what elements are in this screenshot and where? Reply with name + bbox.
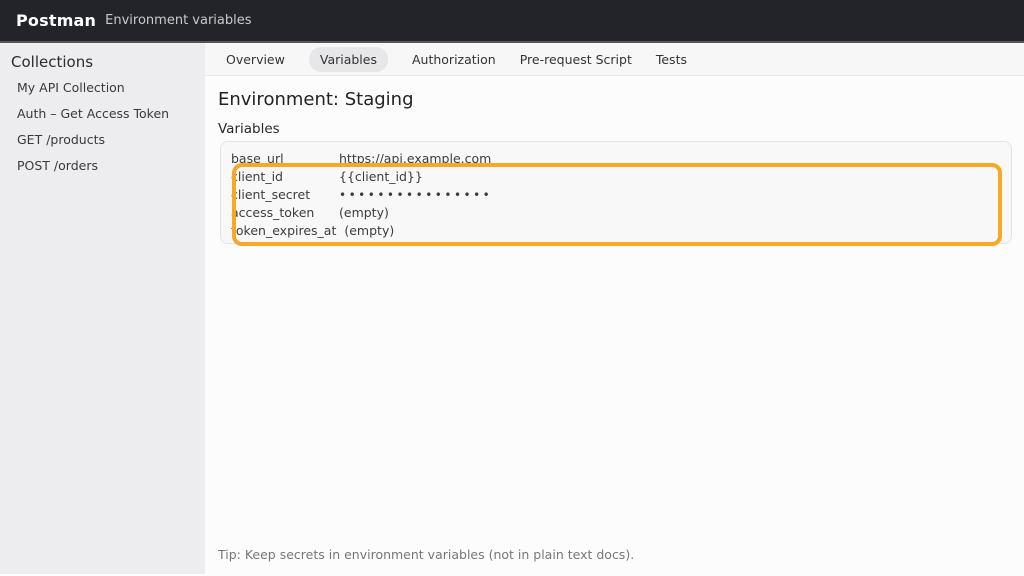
main-panel: Overview Variables Authorization Pre-req…	[205, 43, 1024, 574]
sidebar-item-auth-get-access-token[interactable]: Auth – Get Access Token	[0, 101, 205, 127]
variable-row-access-token[interactable]: access_token (empty)	[231, 204, 1001, 222]
variable-name: client_id	[231, 168, 331, 186]
sidebar-item-my-api-collection[interactable]: My API Collection	[0, 75, 205, 101]
tab-variables[interactable]: Variables	[309, 47, 388, 72]
tab-authorization[interactable]: Authorization	[412, 47, 496, 72]
variable-value-masked: ••••••••••••••••	[339, 186, 492, 204]
sidebar-item-post-orders[interactable]: POST /orders	[0, 153, 205, 179]
variable-row-client-secret[interactable]: client_secret ••••••••••••••••	[231, 186, 1001, 204]
tab-tests[interactable]: Tests	[656, 47, 687, 72]
tip-text: Tip: Keep secrets in environment variabl…	[218, 548, 634, 562]
sidebar-heading: Collections	[0, 53, 205, 71]
top-bar: Postman Environment variables	[0, 0, 1024, 43]
variable-value: (empty)	[344, 222, 394, 240]
variable-value: https://api.example.com	[339, 150, 491, 168]
app-brand: Postman	[16, 11, 96, 30]
content-area: Environment: Staging Variables base_url …	[205, 76, 1024, 574]
tab-bar: Overview Variables Authorization Pre-req…	[205, 43, 1024, 76]
variable-value: (empty)	[339, 204, 389, 222]
tab-overview[interactable]: Overview	[226, 47, 285, 72]
variable-value: {{client_id}}	[339, 168, 423, 186]
variable-row-client-id[interactable]: client_id {{client_id}}	[231, 168, 1001, 186]
variable-row-base-url[interactable]: base_url https://api.example.com	[231, 150, 1001, 168]
page-title: Environment: Staging	[218, 89, 1024, 110]
variables-section-label: Variables	[218, 121, 1024, 137]
variable-name: access_token	[231, 204, 331, 222]
main-layout: Collections My API Collection Auth – Get…	[0, 43, 1024, 574]
tab-pre-request-script[interactable]: Pre-request Script	[520, 47, 632, 72]
app-subtitle: Environment variables	[105, 13, 251, 28]
variable-name: token_expires_at	[231, 222, 336, 240]
sidebar-item-get-products[interactable]: GET /products	[0, 127, 205, 153]
variables-card: base_url https://api.example.com client_…	[220, 141, 1012, 244]
sidebar: Collections My API Collection Auth – Get…	[0, 43, 205, 574]
variable-name: client_secret	[231, 186, 331, 204]
variable-name: base_url	[231, 150, 331, 168]
variable-row-token-expires-at[interactable]: token_expires_at (empty)	[231, 222, 1001, 240]
